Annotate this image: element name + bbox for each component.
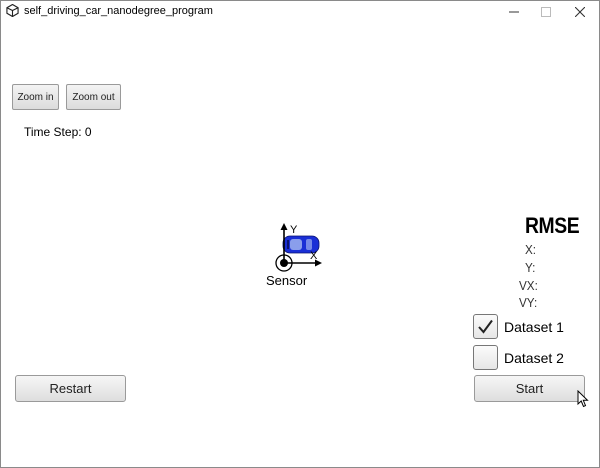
window-title: self_driving_car_nanodegree_program	[24, 5, 213, 17]
y-axis-label: Y	[290, 224, 298, 236]
app-window: self_driving_car_nanodegree_program Zoom…	[0, 0, 600, 468]
rmse-x-label: X:	[525, 242, 537, 257]
restart-button[interactable]: Restart	[15, 375, 126, 402]
title-bar[interactable]: self_driving_car_nanodegree_program	[1, 1, 599, 23]
close-button[interactable]	[564, 1, 596, 23]
start-button[interactable]: Start	[474, 375, 585, 402]
dataset-1-label[interactable]: Dataset 1	[504, 319, 564, 335]
dataset-1-checkbox[interactable]	[473, 314, 498, 339]
maximize-button[interactable]	[530, 1, 562, 23]
x-axis-label: X	[310, 250, 318, 262]
zoom-out-button[interactable]: Zoom out	[66, 84, 121, 110]
unity-logo-icon	[6, 4, 19, 17]
maximize-icon	[541, 7, 551, 17]
checkmark-icon	[478, 319, 493, 334]
minimize-icon	[509, 11, 519, 13]
close-icon	[575, 7, 585, 17]
sensor-label: Sensor	[266, 273, 308, 288]
rmse-title: RMSE	[525, 213, 580, 238]
time-step-label: Time Step: 0	[24, 125, 92, 139]
rmse-vy-label: VY:	[519, 295, 538, 310]
mouse-cursor-icon	[577, 390, 589, 408]
dataset-2-checkbox[interactable]	[473, 345, 498, 370]
zoom-in-button[interactable]: Zoom in	[12, 84, 59, 110]
dataset-2-label[interactable]: Dataset 2	[504, 350, 564, 366]
rmse-y-label: Y:	[525, 260, 536, 275]
rmse-vx-label: VX:	[519, 278, 538, 293]
minimize-button[interactable]	[498, 1, 530, 23]
